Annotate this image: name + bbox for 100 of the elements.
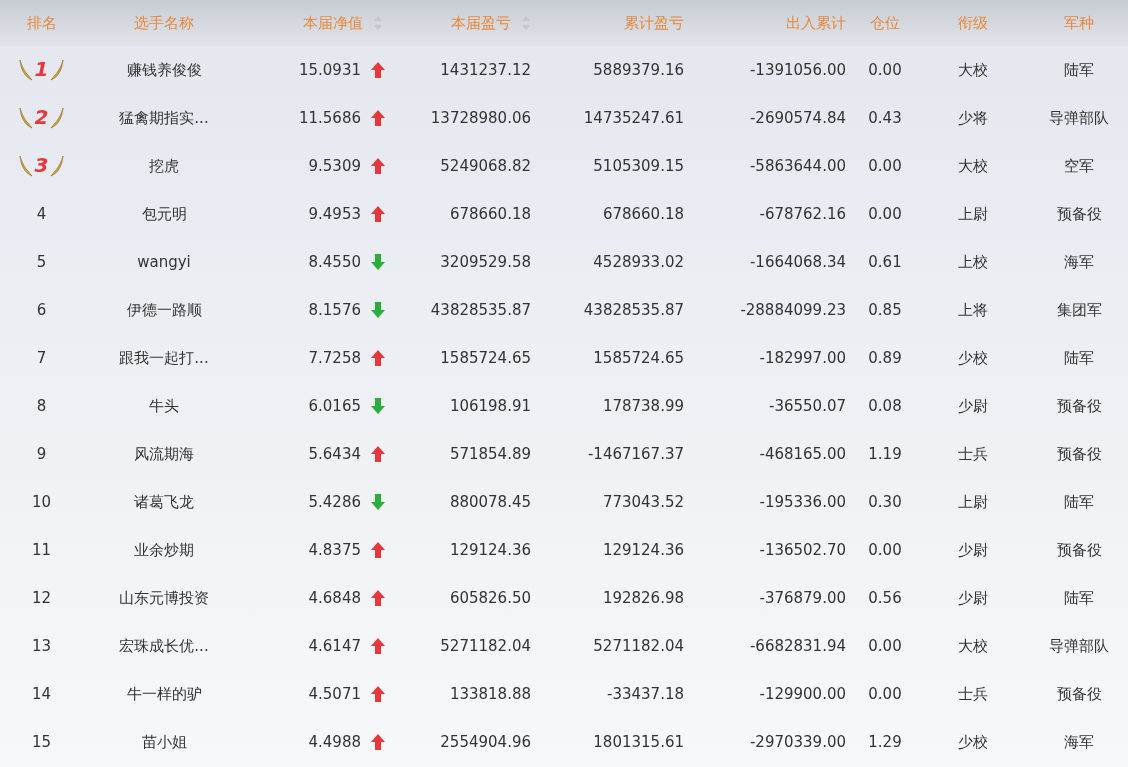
rank-title: 大校	[957, 156, 988, 176]
position-ratio: 0.00	[868, 637, 902, 655]
position-ratio: 1.19	[868, 445, 902, 463]
branch-name: 预备役	[1056, 540, 1102, 560]
branch-name: 预备役	[1056, 396, 1102, 416]
column-header: 仓位	[870, 13, 900, 33]
player-name: 山东元博投资	[119, 588, 209, 608]
column-header: 本届净值	[303, 13, 363, 33]
period-profit: 5249068.82	[440, 157, 531, 175]
total-profit: -1467167.37	[587, 445, 684, 463]
period-profit: 880078.45	[449, 493, 531, 511]
cash-flow: -36550.07	[769, 397, 846, 415]
total-profit: 773043.52	[602, 493, 684, 511]
player-name: wangyi	[137, 253, 191, 271]
rank-number: 10	[31, 493, 52, 511]
cash-flow: -468165.00	[759, 445, 846, 463]
cash-flow: -678762.16	[759, 205, 846, 223]
rank-number: 2	[34, 106, 49, 128]
branch-name: 空军	[1064, 156, 1094, 176]
total-profit: -33437.18	[607, 685, 684, 703]
total-profit: 5889379.16	[593, 61, 684, 79]
total-profit: 1801315.61	[593, 733, 684, 751]
rank-number: 14	[31, 685, 52, 703]
cash-flow: -6682831.94	[749, 637, 846, 655]
cash-flow: -28884099.23	[740, 301, 846, 319]
player-name: 宏珠成长优...	[119, 636, 209, 656]
rank-number: 7	[36, 349, 47, 367]
net-value: 8.4550	[308, 253, 361, 271]
cash-flow: -1391056.00	[749, 61, 846, 79]
total-profit: 178738.99	[602, 397, 684, 415]
rank-number: 11	[31, 541, 52, 559]
branch-name: 导弹部队	[1049, 108, 1109, 128]
branch-name: 预备役	[1056, 684, 1102, 704]
rank-number: 3	[34, 154, 49, 176]
column-header: 排名	[26, 13, 57, 33]
net-value: 9.4953	[308, 205, 361, 223]
rank-title: 少校	[957, 348, 988, 368]
rank-title: 少校	[957, 732, 988, 752]
period-profit: 571854.89	[449, 445, 531, 463]
column-header: 累计盈亏	[624, 13, 684, 33]
cash-flow: -195336.00	[759, 493, 846, 511]
position-ratio: 1.29	[868, 733, 902, 751]
cash-flow: -136502.70	[759, 541, 846, 559]
player-name: 牛一样的驴	[126, 684, 202, 704]
net-value: 6.0165	[308, 397, 361, 415]
cash-flow: -376879.00	[759, 589, 846, 607]
position-ratio: 0.08	[868, 397, 902, 415]
position-ratio: 0.43	[868, 109, 902, 127]
wing-icon	[18, 106, 33, 130]
position-ratio: 0.56	[868, 589, 902, 607]
net-value: 4.4988	[308, 733, 361, 751]
rank-title: 大校	[957, 636, 988, 656]
rank-number: 12	[31, 589, 52, 607]
column-header: 衔级	[957, 13, 988, 33]
period-profit: 605826.50	[449, 589, 531, 607]
total-profit: 14735247.61	[583, 109, 684, 127]
cash-flow: -2970339.00	[749, 733, 846, 751]
net-value: 5.4286	[308, 493, 361, 511]
rank-title: 少尉	[957, 540, 988, 560]
branch-name: 预备役	[1056, 444, 1102, 464]
rank-title: 士兵	[957, 444, 988, 464]
period-profit: 129124.36	[449, 541, 531, 559]
rank-title: 少将	[957, 108, 988, 128]
net-value: 7.7258	[308, 349, 361, 367]
total-profit: 1585724.65	[593, 349, 684, 367]
wing-icon	[50, 154, 65, 178]
branch-name: 陆军	[1064, 588, 1094, 608]
period-profit: 13728980.06	[430, 109, 531, 127]
rank-title: 上校	[957, 252, 988, 272]
player-name: 风流期海	[134, 444, 194, 464]
position-ratio: 0.30	[868, 493, 902, 511]
rank-number: 4	[36, 205, 47, 223]
rank-title: 上尉	[957, 204, 988, 224]
cash-flow: -1664068.34	[749, 253, 846, 271]
player-name: 挖虎	[149, 156, 179, 176]
rank-number: 6	[36, 301, 47, 319]
wing-icon	[18, 58, 33, 82]
column-header: 选手名称	[134, 13, 194, 33]
net-value: 5.6434	[308, 445, 361, 463]
player-name: 赚钱养俊俊	[126, 60, 202, 80]
wing-icon	[18, 154, 33, 178]
cash-flow: -5863644.00	[749, 157, 846, 175]
period-profit: 678660.18	[449, 205, 531, 223]
branch-name: 海军	[1064, 252, 1094, 272]
position-ratio: 0.00	[868, 685, 902, 703]
rank-title: 大校	[957, 60, 988, 80]
total-profit: 192826.98	[602, 589, 684, 607]
rank-title: 士兵	[957, 684, 988, 704]
total-profit: 129124.36	[602, 541, 684, 559]
period-profit: 3209529.58	[440, 253, 531, 271]
player-name: 伊德一路顺	[126, 300, 202, 320]
total-profit: 4528933.02	[593, 253, 684, 271]
net-value: 11.5686	[298, 109, 361, 127]
wing-icon	[50, 58, 65, 82]
player-name: 跟我一起打...	[119, 348, 209, 368]
position-ratio: 0.00	[868, 205, 902, 223]
branch-name: 海军	[1064, 732, 1094, 752]
net-value: 4.6848	[308, 589, 361, 607]
rank-number: 13	[31, 637, 52, 655]
position-ratio: 0.00	[868, 157, 902, 175]
